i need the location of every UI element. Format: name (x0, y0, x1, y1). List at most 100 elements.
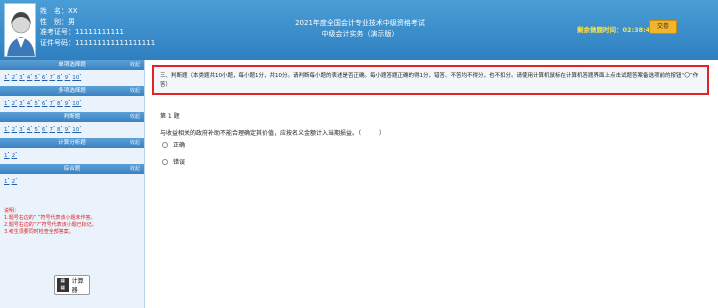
collapse-toggle[interactable]: 收起 (130, 138, 140, 148)
question-link[interactable]: 8• (57, 99, 63, 107)
question-link[interactable]: 6• (42, 125, 48, 133)
question-number-list: 1• 2• 3• 4• 5• 6• 7• 8• 9• 10• (0, 96, 144, 112)
unanswered-mark-icon: • (79, 125, 82, 129)
name-value: XX (68, 7, 78, 15)
question-link[interactable]: 6• (42, 73, 48, 81)
option-label: 正确 (173, 142, 186, 149)
notes-line-1: 1.题号右边的“ ”符号代表该小题未作答。 (4, 215, 96, 221)
timer-label: 剩余做题时间： (577, 26, 623, 34)
question-link[interactable]: 10• (72, 125, 81, 133)
question-link[interactable]: 1• (4, 73, 10, 81)
id-value: 111111111111111111 (75, 38, 156, 47)
unanswered-mark-icon: • (7, 125, 10, 129)
question-link[interactable]: 6• (42, 99, 48, 107)
question-number-list: 1• 2• 3• 4• 5• 6• 7• 8• 9• 10• (0, 122, 144, 138)
calculator-button[interactable]: ▦ ▦ 计算器 (54, 275, 90, 295)
gender-value: 男 (68, 17, 75, 26)
unanswered-mark-icon: • (15, 99, 18, 103)
exam-title: 2021年度全国会计专业技术中级资格考试 (295, 19, 425, 27)
question-link[interactable]: 4• (27, 125, 33, 133)
section-header: 单项选择题 收起 (0, 60, 144, 70)
question-link[interactable]: 4• (27, 73, 33, 81)
submit-button[interactable]: 交卷 (649, 20, 677, 34)
section-title: 计算分析题 (58, 140, 86, 146)
unanswered-mark-icon: • (60, 125, 63, 129)
question-link[interactable]: 4• (27, 99, 33, 107)
question-link[interactable]: 7• (49, 73, 55, 81)
unanswered-mark-icon: • (68, 73, 71, 77)
question-link[interactable]: 2• (12, 125, 18, 133)
unanswered-mark-icon: • (7, 151, 10, 155)
question-link[interactable]: 5• (34, 125, 40, 133)
question-link[interactable]: 7• (49, 125, 55, 133)
section-title: 综合题 (63, 166, 81, 172)
collapse-toggle[interactable]: 收起 (130, 112, 140, 122)
question-link[interactable]: 1• (4, 177, 10, 185)
unanswered-mark-icon: • (79, 73, 82, 77)
question-link[interactable]: 10• (72, 73, 81, 81)
question-number: 第 1 题 (160, 113, 180, 120)
question-link[interactable]: 3• (19, 125, 25, 133)
candidate-avatar (4, 3, 36, 57)
countdown-timer: 剩余做题时间：02:38:47 (577, 24, 655, 34)
question-navigator: 单项选择题 收起 1• 2• 3• 4• 5• 6• 7• 8• 9• 10• 多项选择题 收起 1• 2• 3… (0, 60, 145, 308)
unanswered-mark-icon: • (15, 73, 18, 77)
unanswered-mark-icon: • (52, 125, 56, 129)
unanswered-mark-icon: • (68, 99, 71, 103)
sidebar-notes: 说明： 1.题号右边的“ ”符号代表该小题未作答。 2.题号右边的“?”符号代表… (0, 190, 144, 236)
option-true[interactable]: 正确 (162, 140, 185, 149)
section-header: 计算分析题 收起 (0, 138, 144, 148)
unanswered-mark-icon: • (30, 73, 33, 77)
notes-title: 说明： (4, 208, 20, 214)
calculator-icon: ▦ ▦ (57, 278, 69, 292)
question-link[interactable]: 1• (4, 151, 10, 159)
unanswered-mark-icon: • (52, 99, 56, 103)
question-link[interactable]: 2• (12, 177, 18, 185)
question-link[interactable]: 1• (4, 125, 10, 133)
radio-button[interactable] (162, 141, 168, 148)
question-link[interactable]: 9• (65, 99, 71, 107)
option-label: 错误 (173, 159, 186, 166)
question-link[interactable]: 8• (57, 73, 63, 81)
question-link[interactable]: 10• (72, 99, 81, 107)
unanswered-mark-icon: • (22, 99, 25, 103)
exam-subtitle: 中级会计实务（演示版） (321, 30, 399, 38)
ticket-value: 11111111111 (75, 28, 124, 36)
question-link[interactable]: 9• (65, 125, 71, 133)
option-false[interactable]: 错误 (162, 157, 185, 166)
unanswered-mark-icon: • (60, 99, 63, 103)
section-title: 单项选择题 (58, 62, 86, 68)
question-link[interactable]: 8• (57, 125, 63, 133)
question-link[interactable]: 3• (19, 73, 25, 81)
unanswered-mark-icon: • (37, 99, 40, 103)
unanswered-mark-icon: • (30, 99, 33, 103)
question-link[interactable]: 2• (12, 73, 18, 81)
name-label: 姓 名： (40, 7, 68, 15)
unanswered-mark-icon: • (7, 73, 10, 77)
question-link[interactable]: 5• (34, 99, 40, 107)
section-header: 综合题 收起 (0, 164, 144, 174)
unanswered-mark-icon: • (60, 73, 63, 77)
exam-header: 姓 名：XX 性 别：男 准考证号：11111111111 证件号码：11111… (0, 0, 718, 60)
question-area: 三、判断题（本类题共10小题，每小题1分，共10分。请判断每小题的表述是否正确。… (146, 60, 718, 308)
question-link[interactable]: 9• (65, 73, 71, 81)
question-text: 与收益相关的政府补助不能合理确定其价值，应按名义金额计入当期损益。（ ） (160, 130, 386, 137)
question-link[interactable]: 1• (4, 99, 10, 107)
unanswered-mark-icon: • (22, 73, 25, 77)
collapse-toggle[interactable]: 收起 (130, 164, 140, 174)
question-link[interactable]: 2• (12, 151, 18, 159)
question-link[interactable]: 5• (34, 73, 40, 81)
collapse-toggle[interactable]: 收起 (130, 60, 140, 70)
calculator-label: 计算器 (71, 278, 84, 294)
collapse-toggle[interactable]: 收起 (130, 86, 140, 96)
question-link[interactable]: 3• (19, 99, 25, 107)
unanswered-mark-icon: • (68, 125, 71, 129)
section-header: 判断题 收起 (0, 112, 144, 122)
unanswered-mark-icon: • (15, 125, 18, 129)
question-number-list: 1• 2• (0, 148, 144, 164)
question-number-list: 1• 2• 3• 4• 5• 6• 7• 8• 9• 10• (0, 70, 144, 86)
unanswered-mark-icon: • (7, 177, 10, 181)
question-link[interactable]: 2• (12, 99, 18, 107)
question-link[interactable]: 7• (49, 99, 55, 107)
radio-button[interactable] (162, 158, 168, 165)
